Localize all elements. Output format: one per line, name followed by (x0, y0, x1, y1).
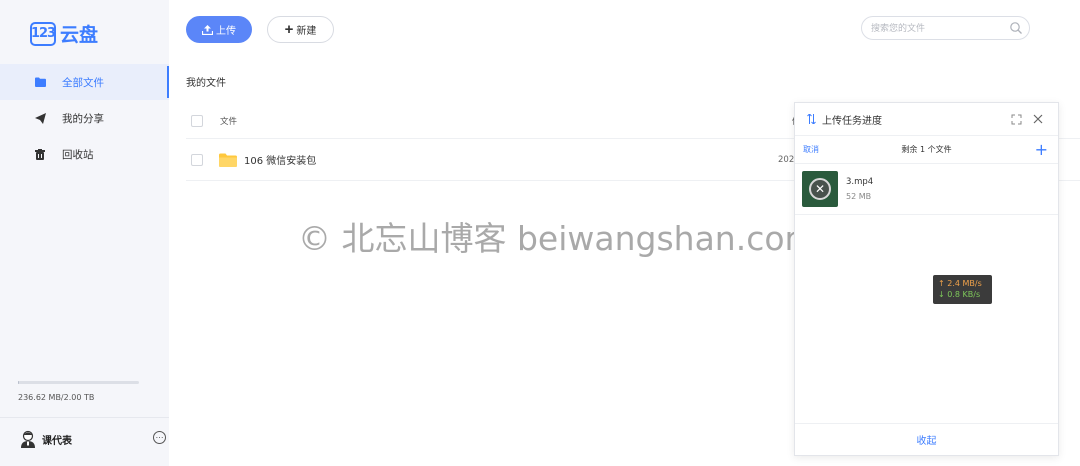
trash-icon (34, 148, 46, 160)
logo-text: 云盘 (60, 24, 99, 46)
collapse-button[interactable]: 收起 (795, 423, 1058, 455)
file-name[interactable]: 106 微信安装包 (244, 152, 316, 167)
cancel-task-icon[interactable]: ✕ (809, 178, 831, 200)
storage-bar (18, 381, 139, 384)
logo-mark: 123 (30, 21, 56, 46)
row-checkbox[interactable] (191, 153, 203, 166)
sidebar-item-recycle-bin[interactable]: 回收站 (0, 136, 169, 172)
search-icon[interactable] (1009, 21, 1023, 35)
sidebar-nav: 全部文件 我的分享 回收站 (0, 64, 169, 172)
new-button[interactable]: + 新建 (267, 16, 334, 43)
select-all-checkbox[interactable] (191, 114, 203, 127)
add-icon[interactable]: + (1035, 142, 1048, 158)
video-thumbnail: ✕ (802, 171, 838, 207)
sidebar-item-label: 我的分享 (62, 112, 104, 125)
upload-button-label: 上传 (216, 26, 236, 37)
storage-usage: 236.62 MB/2.00 TB (18, 381, 139, 402)
task-file-size: 52 MB (846, 192, 872, 201)
logo[interactable]: 123 云盘 (30, 20, 98, 47)
upload-panel-subheader: 取消 剩余 1 个文件 + (795, 136, 1058, 164)
folder-icon (219, 153, 237, 167)
search-input[interactable] (871, 21, 1001, 36)
sort-arrows-icon (807, 114, 816, 124)
expand-icon[interactable] (1011, 114, 1022, 125)
upload-icon (202, 24, 213, 35)
task-info: 3.mp4 52 MB (846, 177, 873, 201)
task-file-name: 3.mp4 (846, 177, 874, 187)
close-icon[interactable] (1032, 113, 1044, 125)
breadcrumb[interactable]: 我的文件 (186, 74, 226, 89)
upload-speed: ↑ 2.4 MB/s (938, 279, 982, 288)
download-speed: ↓ 0.8 KB/s (938, 290, 981, 299)
ellipsis-icon[interactable]: ⋯ (153, 431, 166, 444)
user-profile[interactable]: 课代表 ⋯ (20, 430, 166, 448)
upload-panel-header: 上传任务进度 (795, 103, 1058, 136)
sidebar-item-label: 回收站 (62, 148, 94, 161)
sidebar-item-label: 全部文件 (62, 76, 104, 89)
storage-bar-fill (18, 381, 20, 384)
sidebar-item-all-files[interactable]: 全部文件 (0, 64, 169, 100)
divider (0, 417, 169, 418)
plus-icon: + (284, 21, 294, 38)
list-item: ✕ 3.mp4 52 MB (795, 164, 1058, 215)
sidebar-item-my-shares[interactable]: 我的分享 (0, 100, 169, 136)
speed-indicator: ↑ 2.4 MB/s ↓ 0.8 KB/s (933, 275, 992, 304)
upload-panel-title: 上传任务进度 (822, 115, 882, 127)
column-header-name[interactable]: 文件 (220, 115, 237, 127)
search-box (861, 16, 1030, 40)
remaining-count: 剩余 1 个文件 (901, 145, 952, 154)
avatar[interactable] (20, 430, 36, 448)
upload-panel: 上传任务进度 取消 剩余 1 个文件 + ✕ 3.mp4 52 MB 收起 (794, 102, 1059, 456)
folder-icon (34, 76, 46, 88)
storage-text: 236.62 MB/2.00 TB (18, 393, 95, 402)
upload-button[interactable]: 上传 (186, 16, 252, 43)
send-icon (34, 112, 46, 124)
sidebar: 123 云盘 全部文件 我的分享 回收站 236.62 MB/2.00 TB 课… (0, 0, 169, 466)
new-button-label: 新建 (296, 26, 317, 37)
watermark: © 北忘山博客 beiwangshan.com (298, 219, 817, 258)
user-name: 课代表 (42, 435, 72, 447)
